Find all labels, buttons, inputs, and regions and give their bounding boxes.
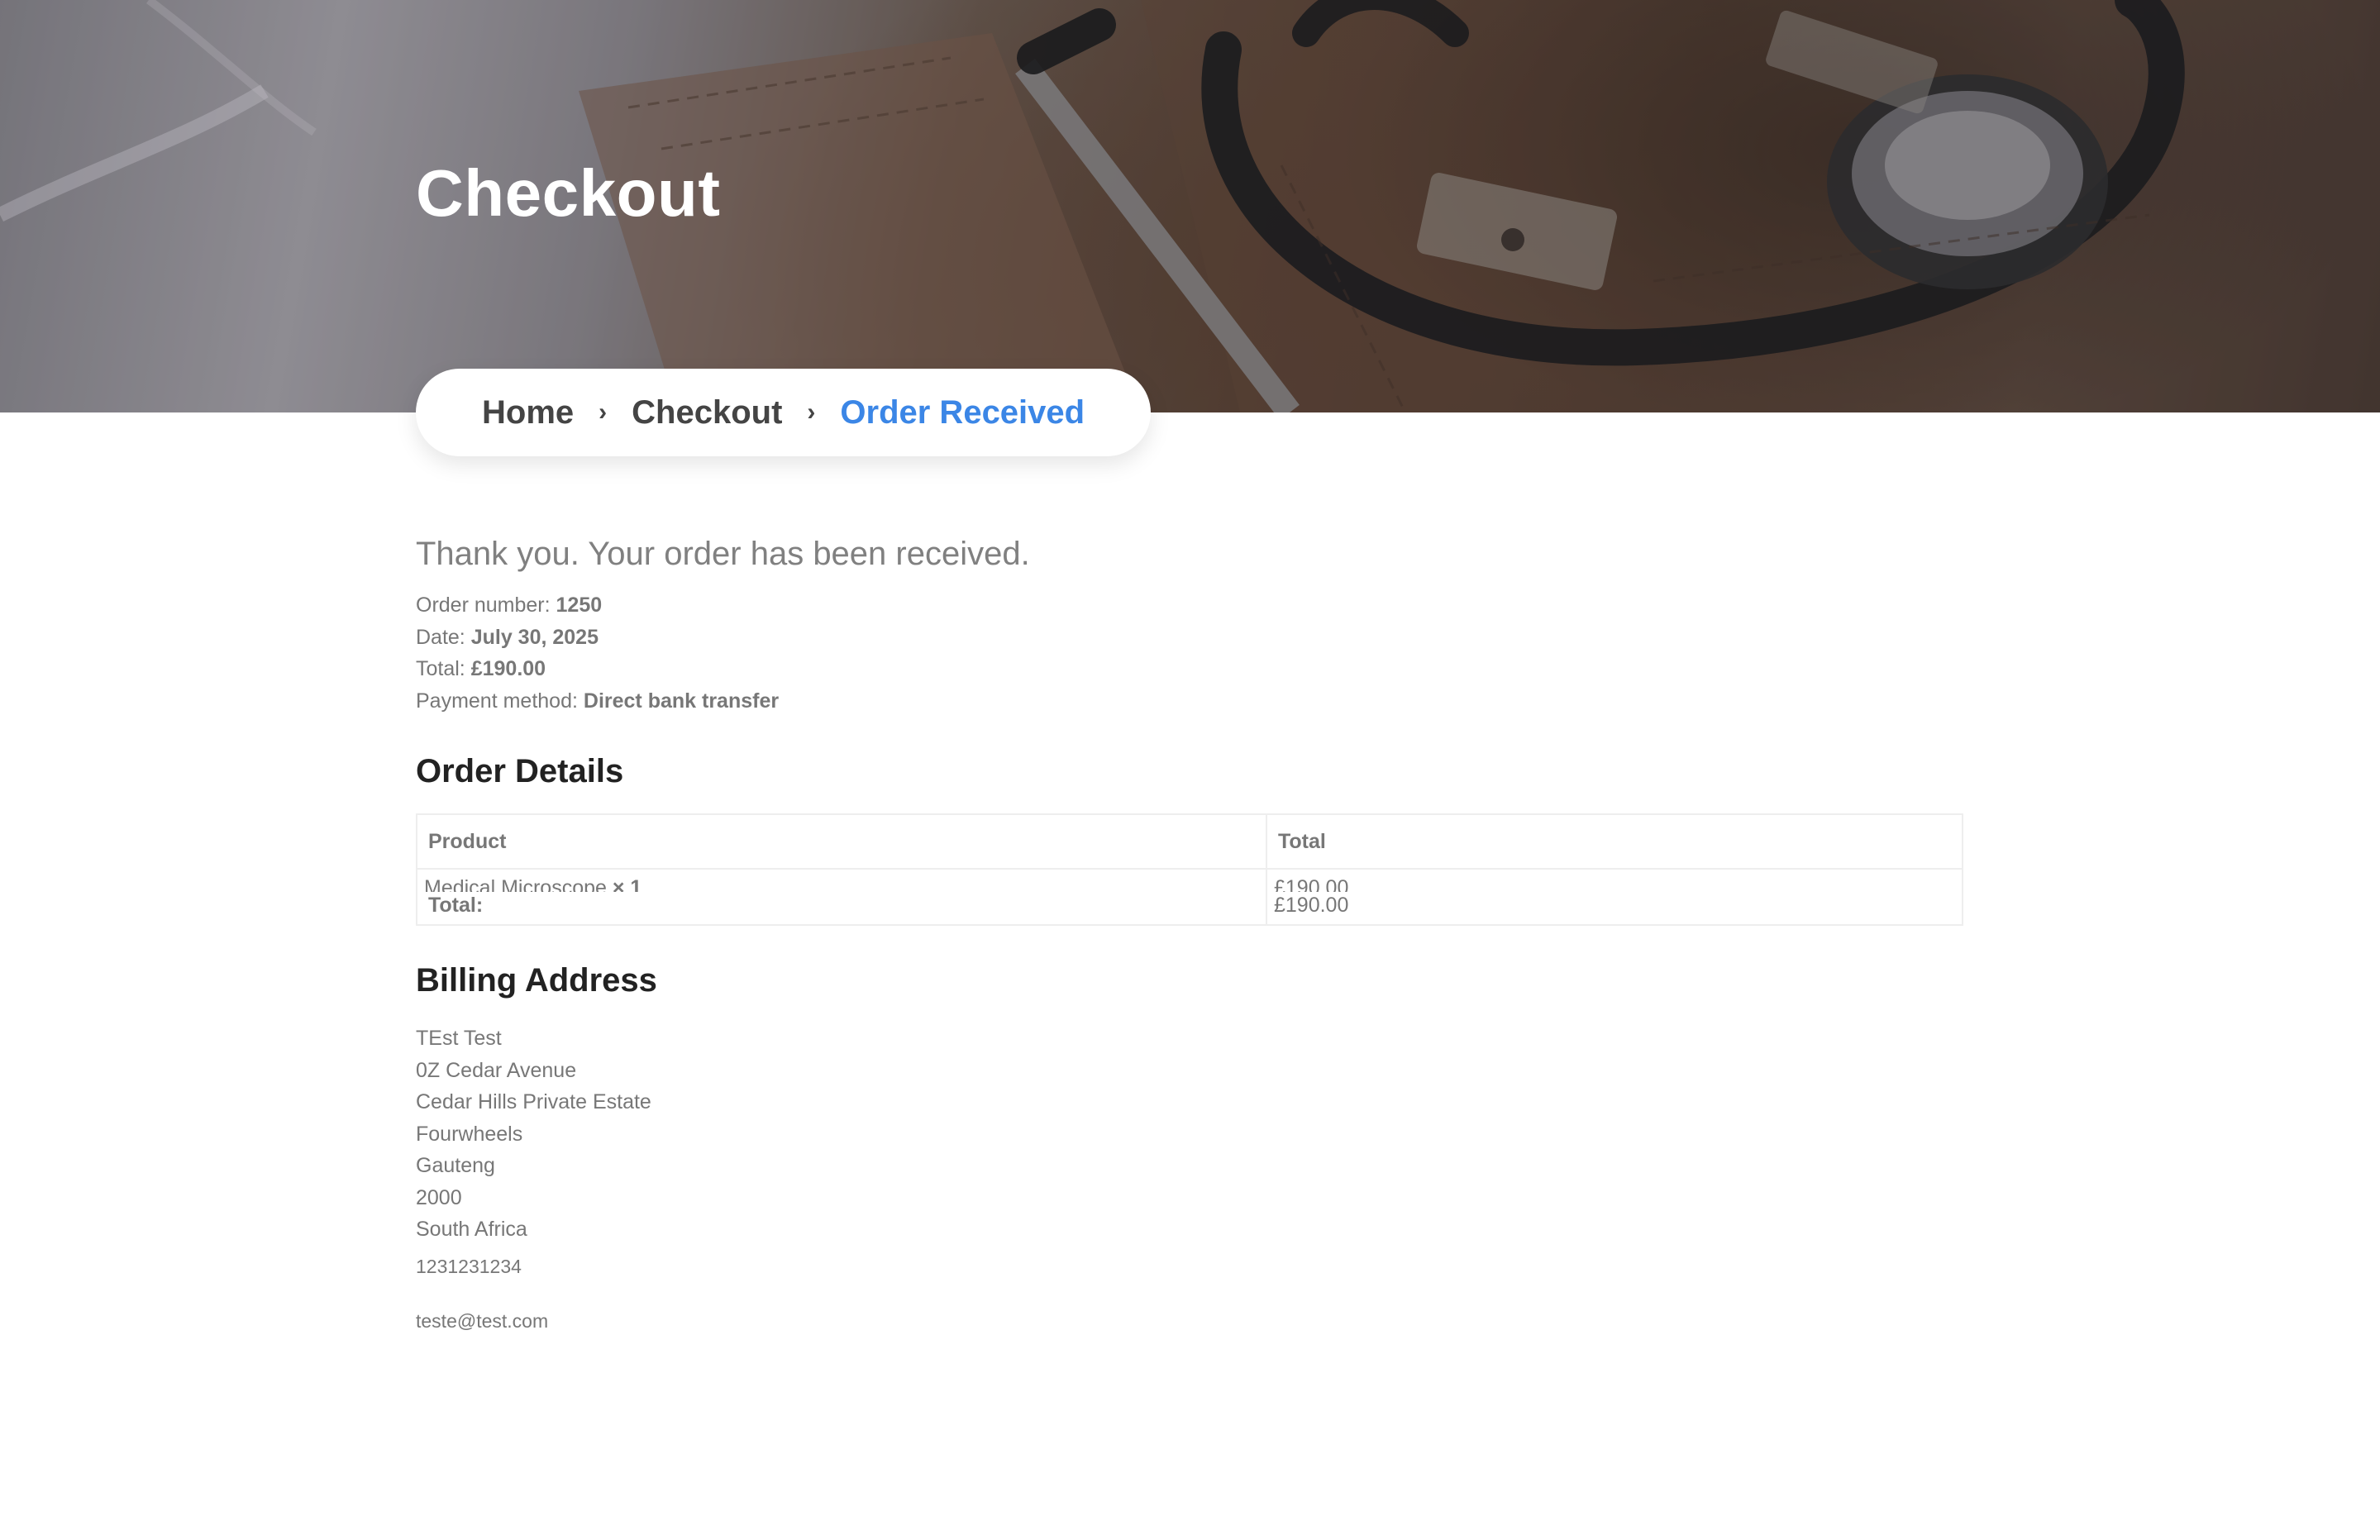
breadcrumb-current-order-received: Order Received: [840, 393, 1085, 431]
product-quantity: × 1: [612, 876, 642, 892]
payment-method-label: Payment method:: [416, 689, 584, 713]
hero-banner: Checkout: [0, 0, 2380, 412]
breadcrumb-checkout-link[interactable]: Checkout: [632, 394, 782, 431]
chevron-right-icon: ›: [599, 398, 608, 426]
breadcrumb: Home › Checkout › Order Received: [416, 369, 1152, 456]
chevron-right-icon: ›: [807, 398, 816, 426]
order-overview: Order number: 1250 Date: July 30, 2025 T…: [416, 589, 1963, 717]
order-total-item: Total: £190.00: [416, 653, 1963, 685]
column-header-product: Product: [416, 813, 1267, 870]
order-number-value: 1250: [556, 594, 603, 617]
order-date-value: July 30, 2025: [470, 625, 599, 649]
table-row: Medical Microscope × 1 £190.00: [416, 868, 1963, 892]
billing-country: South Africa: [416, 1218, 527, 1241]
column-header-total: Total: [1266, 813, 1963, 870]
product-total-value: £190.00: [1274, 876, 1349, 892]
order-number-label: Order number:: [416, 594, 556, 617]
billing-address-line-1: 0Z Cedar Avenue: [416, 1058, 577, 1082]
order-total-label-cell: Total:: [416, 892, 1267, 926]
billing-address-line-2: Cedar Hills Private Estate: [416, 1090, 651, 1113]
order-date-item: Date: July 30, 2025: [416, 622, 1963, 654]
billing-phone: 1231231234: [416, 1255, 522, 1277]
order-total-value: £190.00: [470, 657, 546, 680]
billing-name: TEst Test: [416, 1027, 502, 1050]
order-details-heading: Order Details: [416, 753, 624, 789]
order-date-label: Date:: [416, 625, 471, 649]
billing-address-heading: Billing Address: [416, 962, 657, 999]
thank-you-message: Thank you. Your order has been received.: [416, 536, 1030, 572]
table-footer-row: Total: £190.00: [416, 892, 1963, 926]
billing-province: Gauteng: [416, 1154, 495, 1177]
product-cell: Medical Microscope × 1: [416, 868, 1267, 892]
order-details-table: Product Total Medical Microscope × 1 £19…: [416, 813, 1963, 926]
billing-email: teste@test.com: [416, 1310, 549, 1332]
order-total-value-cell: £190.00: [1266, 892, 1963, 926]
product-total-cell: £190.00: [1266, 868, 1963, 892]
billing-postcode: 2000: [416, 1185, 462, 1209]
page-title: Checkout: [416, 156, 721, 230]
billing-address: TEst Test 0Z Cedar Avenue Cedar Hills Pr…: [416, 1023, 1963, 1337]
payment-method-item: Payment method: Direct bank transfer: [416, 685, 1963, 718]
order-received-content: Thank you. Your order has been received.…: [416, 536, 1963, 1337]
billing-city: Fourwheels: [416, 1122, 523, 1146]
breadcrumb-home-link[interactable]: Home: [482, 394, 574, 431]
hero-background-image: [0, 0, 2380, 412]
order-total-label: Total:: [416, 657, 471, 680]
order-number-item: Order number: 1250: [416, 589, 1963, 622]
product-link[interactable]: Medical Microscope: [424, 876, 607, 892]
table-header-row: Product Total: [416, 813, 1963, 870]
payment-method-value: Direct bank transfer: [583, 689, 780, 713]
product-cell-content: Medical Microscope × 1: [424, 874, 1259, 892]
